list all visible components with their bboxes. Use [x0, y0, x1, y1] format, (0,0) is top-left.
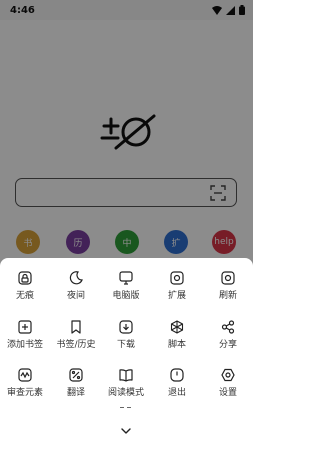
bookmark-icon — [71, 320, 81, 334]
menu-item-label: 扩展 — [167, 291, 186, 301]
menu-item-script[interactable]: 脚本 — [152, 315, 202, 355]
script-icon — [170, 320, 184, 334]
menu-item-label: 下载 — [116, 340, 135, 350]
reader-icon — [119, 369, 133, 382]
menu-item-extension[interactable]: 扩展 — [152, 266, 202, 306]
menu-item-bookmarks-history[interactable]: 书签/历史 — [51, 315, 101, 355]
menu-item-label: 添加书签 — [6, 340, 43, 350]
menu-item-settings[interactable]: 设置 — [203, 363, 253, 403]
menu-item-reader[interactable]: 阅读模式 — [101, 363, 151, 403]
inspect-icon — [18, 368, 32, 382]
menu-item-inspect[interactable]: 审查元素 — [0, 363, 50, 403]
menu-item-refresh[interactable]: 刷新 — [203, 266, 253, 306]
share-icon — [221, 320, 235, 334]
moon-icon — [69, 271, 83, 285]
menu-item-label: 刷新 — [218, 291, 237, 301]
page-indicator — [120, 407, 132, 409]
menu-item-label: 分享 — [218, 340, 237, 350]
power-icon — [170, 368, 184, 382]
menu-item-exit[interactable]: 退出 — [152, 363, 202, 403]
menu-item-incognito[interactable]: 无痕 — [0, 266, 50, 306]
menu-item-add-bookmark[interactable]: 添加书签 — [0, 315, 50, 355]
menu-item-label: 脚本 — [167, 340, 186, 350]
menu-item-night[interactable]: 夜间 — [51, 266, 101, 306]
menu-item-label: 无痕 — [15, 291, 34, 301]
translate-icon — [69, 368, 83, 382]
menu-item-translate[interactable]: 翻译 — [51, 363, 101, 403]
menu-item-share[interactable]: 分享 — [203, 315, 253, 355]
settings-icon — [221, 368, 235, 382]
menu-item-label: 电脑版 — [112, 291, 140, 301]
refresh-icon — [221, 271, 235, 285]
bookmark-add-icon — [18, 320, 32, 334]
menu-item-desktop[interactable]: 电脑版 — [101, 266, 151, 306]
download-icon — [119, 320, 133, 334]
incognito-icon — [18, 271, 32, 285]
extension-icon — [170, 271, 184, 285]
menu-item-label: 审查元素 — [6, 388, 43, 398]
menu-item-label: 设置 — [218, 388, 237, 398]
menu-item-label: 阅读模式 — [107, 388, 144, 398]
menu-item-label: 夜间 — [66, 291, 85, 301]
menu-item-label: 退出 — [167, 388, 186, 398]
chevron-down-icon[interactable] — [117, 425, 135, 439]
menu-item-download[interactable]: 下载 — [101, 315, 151, 355]
menu-item-label: 翻译 — [66, 388, 85, 398]
menu-sheet: 无痕 夜间 电脑版 扩展 刷新 添加书签 书签/历史 下载 脚本 分享 审查元素… — [0, 258, 253, 450]
desktop-icon — [119, 271, 133, 285]
menu-item-label: 书签/历史 — [56, 340, 96, 350]
